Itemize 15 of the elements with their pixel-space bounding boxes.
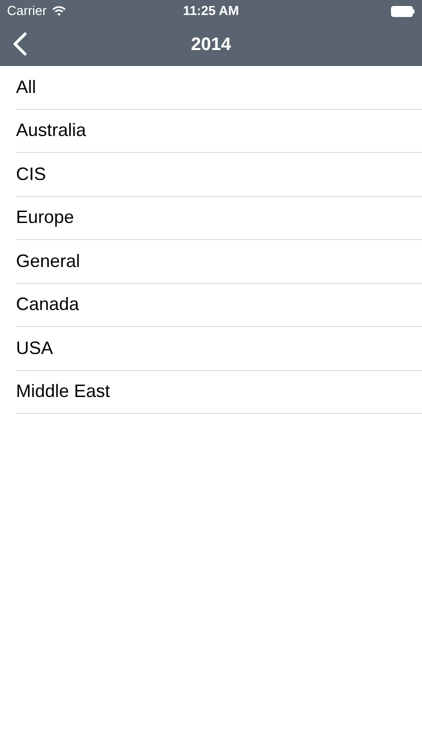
wifi-icon bbox=[52, 6, 66, 16]
status-time: 11:25 AM bbox=[183, 2, 239, 20]
list-item[interactable]: Canada bbox=[16, 284, 422, 327]
carrier-label: Carrier bbox=[7, 2, 47, 20]
list-item[interactable]: CIS bbox=[16, 153, 422, 196]
list-item[interactable]: General bbox=[16, 240, 422, 284]
list-item[interactable]: Middle East bbox=[16, 370, 422, 414]
list-item[interactable]: Europe bbox=[16, 196, 422, 240]
back-icon bbox=[13, 32, 27, 56]
back-button[interactable] bbox=[12, 31, 28, 57]
screen-title: 2014 bbox=[190, 32, 232, 56]
list-item[interactable]: USA bbox=[16, 327, 422, 370]
list-item[interactable]: Australia bbox=[16, 110, 422, 153]
list-item[interactable]: All bbox=[16, 66, 422, 110]
battery-icon bbox=[391, 6, 415, 16]
